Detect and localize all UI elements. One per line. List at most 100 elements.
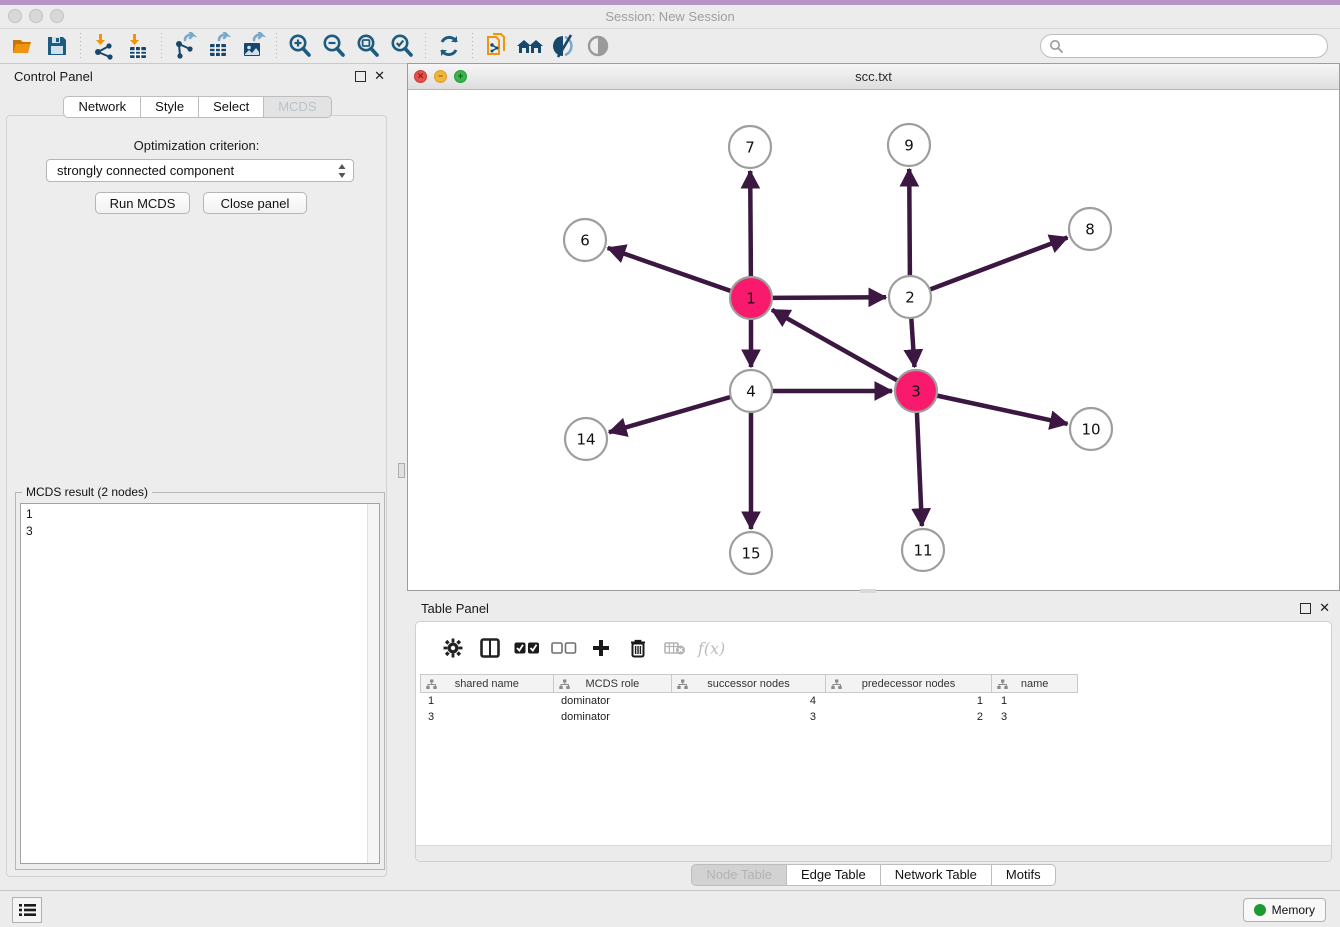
edge-2-9[interactable] (909, 169, 910, 276)
network-maximize-button[interactable]: + (454, 70, 467, 83)
duplicate-network-icon[interactable] (479, 32, 513, 60)
close-icon[interactable]: ✕ (374, 71, 385, 81)
main-toolbar (0, 29, 1340, 64)
table-cell[interactable]: 3 (420, 709, 553, 725)
node-7[interactable]: 7 (729, 126, 771, 168)
home-icon[interactable] (513, 32, 547, 60)
mcds-result-textarea[interactable]: 1 3 (20, 503, 380, 864)
search-field[interactable] (1040, 34, 1328, 58)
run-mcds-button[interactable]: Run MCDS (95, 192, 190, 214)
node-10[interactable]: 10 (1070, 408, 1112, 450)
table-row[interactable]: 1dominator411 (420, 693, 1078, 709)
node-14[interactable]: 14 (565, 418, 607, 460)
node-2[interactable]: 2 (889, 276, 931, 318)
mcds-result-group: MCDS result (2 nodes) 1 3 (15, 492, 385, 870)
table-cell[interactable]: 1 (993, 693, 1078, 709)
zoom-fit-icon[interactable] (351, 32, 385, 60)
edge-3-11[interactable] (917, 412, 922, 526)
node-9[interactable]: 9 (888, 124, 930, 166)
node-1[interactable]: 1 (730, 277, 772, 319)
edge-3-10[interactable] (937, 396, 1068, 424)
table-panel: Table Panel ✕ (407, 595, 1340, 890)
eye-icon[interactable] (581, 32, 615, 60)
tab-edge-table[interactable]: Edge Table (787, 864, 881, 886)
search-input[interactable] (1068, 38, 1319, 54)
graphics-details-icon[interactable] (547, 32, 581, 60)
column-header-MCDS-role[interactable]: MCDS role (554, 675, 673, 692)
float-icon[interactable] (355, 71, 366, 82)
node-11[interactable]: 11 (902, 529, 944, 571)
mcds-result-lines: 1 3 (26, 506, 33, 540)
table-cell[interactable]: 3 (672, 709, 826, 725)
node-15[interactable]: 15 (730, 532, 772, 574)
zoom-out-icon[interactable] (317, 32, 351, 60)
table-cell[interactable]: 2 (826, 709, 993, 725)
apply-layout-icon[interactable] (432, 32, 466, 60)
node-3[interactable]: 3 (895, 370, 937, 412)
add-column-icon[interactable] (582, 638, 619, 658)
mcds-result-scrollbar[interactable] (367, 504, 379, 863)
close-panel-button[interactable]: Close panel (203, 192, 307, 214)
save-session-icon[interactable] (40, 32, 74, 60)
edge-2-3[interactable] (911, 318, 914, 367)
column-header-successor-nodes[interactable]: successor nodes (672, 675, 826, 692)
criterion-select[interactable]: strongly connected component (46, 159, 354, 182)
node-6[interactable]: 6 (564, 219, 606, 261)
tab-motifs[interactable]: Motifs (992, 864, 1056, 886)
network-minimize-button[interactable]: − (434, 70, 447, 83)
table-cell[interactable]: dominator (553, 693, 672, 709)
table-cell[interactable]: dominator (553, 709, 672, 725)
function-builder-icon[interactable]: f(x) (693, 639, 730, 658)
delete-table-icon[interactable] (656, 640, 693, 656)
tab-node-table[interactable]: Node Table (691, 864, 787, 886)
app-minimize-button[interactable] (29, 9, 43, 23)
table-cell[interactable]: 4 (672, 693, 826, 709)
deselect-all-icon[interactable] (545, 641, 582, 655)
edge-4-14[interactable] (609, 397, 731, 432)
table-cell[interactable]: 1 (420, 693, 553, 709)
app-close-button[interactable] (8, 9, 22, 23)
export-table-icon[interactable] (202, 32, 236, 60)
tab-network-table[interactable]: Network Table (881, 864, 992, 886)
export-image-icon[interactable] (236, 32, 270, 60)
node-8[interactable]: 8 (1069, 208, 1111, 250)
zoom-selected-icon[interactable] (385, 32, 419, 60)
column-header-shared-name[interactable]: shared name (421, 675, 554, 692)
export-network-icon[interactable] (168, 32, 202, 60)
network-close-button[interactable]: ✕ (414, 70, 427, 83)
zoom-in-icon[interactable] (283, 32, 317, 60)
table-cell[interactable]: 1 (826, 693, 993, 709)
show-columns-icon[interactable] (471, 638, 508, 658)
node-4[interactable]: 4 (730, 370, 772, 412)
delete-column-icon[interactable] (619, 638, 656, 658)
task-history-button[interactable] (12, 897, 42, 923)
tab-network[interactable]: Network (63, 96, 141, 118)
table-horizontal-scrollbar[interactable] (416, 845, 1331, 861)
edge-1-2[interactable] (772, 297, 886, 298)
column-header-name[interactable]: name (992, 675, 1077, 692)
edge-2-8[interactable] (930, 238, 1068, 290)
tab-select[interactable]: Select (199, 96, 264, 118)
import-table-icon[interactable] (121, 32, 155, 60)
edge-1-6[interactable] (608, 248, 732, 291)
table-row[interactable]: 3dominator323 (420, 709, 1078, 725)
close-icon[interactable]: ✕ (1319, 603, 1330, 613)
table-mode-gear-icon[interactable] (434, 638, 471, 658)
app-maximize-button[interactable] (50, 9, 64, 23)
tab-mcds[interactable]: MCDS (264, 96, 331, 118)
import-network-icon[interactable] (87, 32, 121, 60)
memory-button[interactable]: Memory (1243, 898, 1326, 922)
network-canvas[interactable]: 1 2 3 4 6 7 8 9 10 11 14 15 (408, 90, 1339, 591)
edge-3-1[interactable] (772, 310, 898, 381)
tab-style[interactable]: Style (141, 96, 199, 118)
float-icon[interactable] (1300, 603, 1311, 614)
open-session-icon[interactable] (6, 32, 40, 60)
column-header-predecessor-nodes[interactable]: predecessor nodes (826, 675, 993, 692)
vertical-splitter-grip[interactable] (398, 463, 405, 478)
select-all-icon[interactable] (508, 641, 545, 655)
network-window-titlebar[interactable]: ✕ − + scc.txt (408, 64, 1339, 90)
horizontal-splitter-grip[interactable] (860, 589, 876, 593)
svg-text:8: 8 (1085, 221, 1095, 239)
edge-1-7[interactable] (750, 171, 751, 277)
table-cell[interactable]: 3 (993, 709, 1078, 725)
